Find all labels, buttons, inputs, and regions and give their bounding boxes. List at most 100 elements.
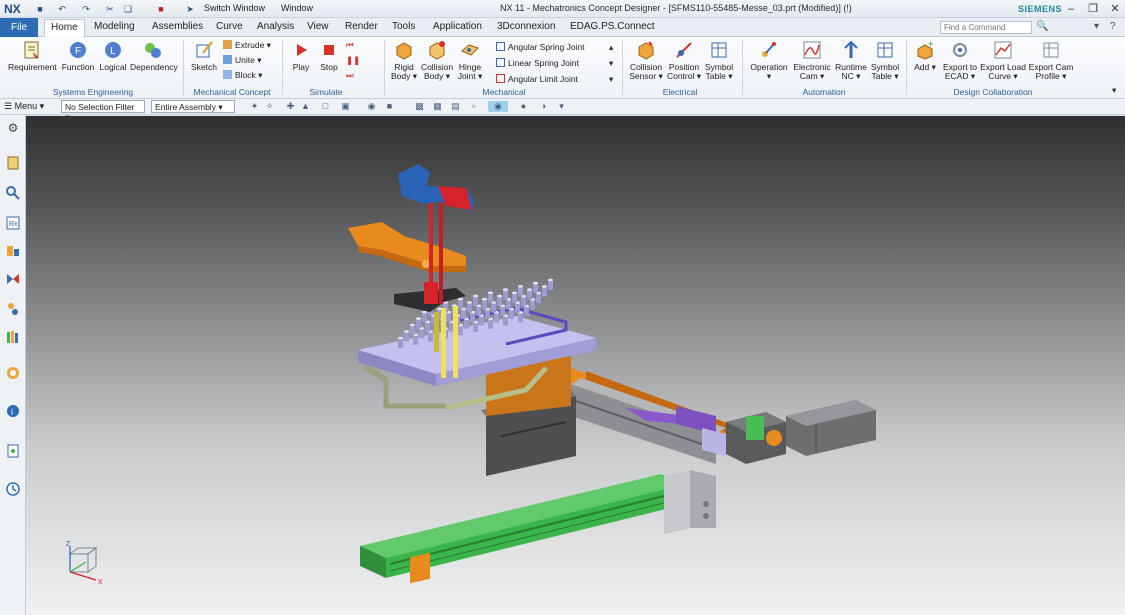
copy-icon[interactable]: ❏	[122, 3, 134, 15]
cut-icon[interactable]: ✂	[104, 3, 116, 15]
save-icon[interactable]: ■	[34, 3, 46, 15]
dependency-button[interactable]: Dependency	[130, 39, 178, 72]
select-all-icon[interactable]: ✦	[249, 101, 260, 112]
rigid-body-button[interactable]: Rigid Body ▾	[390, 39, 418, 81]
angular-spring-joint-button[interactable]: Angular Spring Joint	[496, 42, 585, 52]
redo-icon[interactable]: ↷	[80, 3, 92, 15]
selection-scope-dropdown[interactable]: Entire Assembly ▾	[151, 100, 235, 113]
physics-navigator-icon[interactable]	[5, 155, 21, 171]
runtime-inspector-icon[interactable]	[5, 301, 21, 317]
help-icon[interactable]: ?	[1110, 21, 1116, 32]
visibility-icon[interactable]: ◑	[538, 101, 549, 112]
rotate-icon[interactable]: ▫	[468, 101, 479, 112]
tab-assemblies[interactable]: Assemblies	[152, 21, 203, 32]
orange-swing-arm[interactable]	[348, 222, 466, 272]
undo-icon[interactable]: ↶	[56, 3, 68, 15]
select-box-icon[interactable]: □	[320, 101, 331, 112]
more-tools-icon[interactable]: ▾	[556, 101, 567, 112]
orient-view-icon[interactable]: ▩	[414, 101, 425, 112]
stop-button[interactable]: Stop	[316, 39, 342, 72]
function-button[interactable]: F Function	[60, 39, 96, 72]
blue-gripper-head[interactable]	[398, 164, 474, 212]
orient-triad-icon[interactable]: Z X	[56, 540, 106, 590]
selection-mode-icon[interactable]: ▣	[340, 101, 351, 112]
system-navigator-icon[interactable]	[5, 185, 21, 201]
tab-application[interactable]: Application	[433, 21, 482, 32]
gray-mounting-plate[interactable]	[664, 470, 716, 534]
tab-modeling[interactable]: Modeling	[94, 21, 135, 32]
tab-analysis[interactable]: Analysis	[257, 21, 294, 32]
repeat-command-icon[interactable]: ➤	[184, 3, 196, 15]
runtime-nc-button[interactable]: Runtime NC ▾	[834, 39, 868, 81]
assembly-navigator-icon[interactable]: Rx	[5, 215, 21, 231]
play-button[interactable]: Play	[288, 39, 314, 72]
sketch-button[interactable]: Sketch	[190, 39, 218, 72]
search-icon[interactable]: 🔍	[1036, 21, 1048, 32]
tab-3dconnexion[interactable]: 3Dconnexion	[497, 21, 555, 32]
teamcenter-icon[interactable]: i	[5, 403, 21, 419]
tab-file[interactable]: File	[0, 18, 38, 37]
gallery-more-icon[interactable]: ▾	[609, 74, 613, 85]
servo-motor[interactable]	[726, 400, 876, 464]
shaded-view-icon[interactable]: ◉	[488, 101, 508, 112]
linear-spring-joint-button[interactable]: Linear Spring Joint	[496, 58, 579, 68]
constraint-navigator-icon[interactable]	[5, 243, 21, 259]
tab-home[interactable]: Home	[44, 19, 85, 37]
zoom-icon[interactable]: ▦	[432, 101, 443, 112]
automation-symbol-table-button[interactable]: Symbol Table ▾	[870, 39, 900, 81]
tab-tools[interactable]: Tools	[392, 21, 415, 32]
minimize-button[interactable]: –	[1064, 2, 1078, 16]
tab-curve[interactable]: Curve	[216, 21, 243, 32]
sequence-editor-icon[interactable]	[5, 271, 21, 287]
gallery-up-icon[interactable]: ▴	[609, 42, 613, 53]
document-icon[interactable]	[5, 443, 21, 459]
reuse-library-icon[interactable]	[5, 329, 21, 345]
pan-icon[interactable]: ▤	[450, 101, 461, 112]
rewind-icon[interactable]: ⏮	[346, 40, 354, 51]
stop-record-icon[interactable]: ■	[155, 3, 167, 15]
ribbon-expand-icon[interactable]: ▾	[1112, 85, 1116, 96]
electronic-cam-button[interactable]: Electronic Cam ▾	[792, 39, 832, 81]
block-button[interactable]: Block ▾	[223, 70, 262, 81]
unite-button[interactable]: Unite ▾	[223, 55, 261, 66]
sphere-icon[interactable]: ●	[518, 101, 529, 112]
restore-button[interactable]: ❐	[1086, 2, 1100, 16]
web-browser-icon[interactable]	[5, 365, 21, 381]
position-control-button[interactable]: Position Control ▾	[666, 39, 702, 81]
graphics-window[interactable]: Z X	[26, 116, 1125, 615]
tab-edag-ps-connect[interactable]: EDAG.PS.Connect	[570, 21, 654, 32]
gallery-down-icon[interactable]: ▾	[609, 58, 613, 69]
step-icon[interactable]: ⏭	[346, 70, 354, 81]
pause-icon[interactable]: ❚❚	[346, 55, 360, 66]
switch-window-button[interactable]: Switch Window	[204, 3, 265, 13]
operation-button[interactable]: Operation ▾	[748, 39, 790, 81]
green-linear-rail[interactable]	[360, 474, 686, 584]
hinge-joint-button[interactable]: Hinge Joint ▾	[456, 39, 484, 81]
tab-view[interactable]: View	[307, 21, 329, 32]
find-command-input[interactable]	[940, 21, 1032, 34]
mechatronics-3d-model[interactable]	[26, 116, 1125, 615]
export-load-curve-button[interactable]: Export Load Curve ▾	[980, 39, 1026, 81]
window-menu[interactable]: Window	[281, 3, 313, 13]
collision-body-button[interactable]: Collision Body ▾	[420, 39, 454, 81]
logical-button[interactable]: L Logical	[98, 39, 128, 72]
ribbon-options-icon[interactable]: ▾	[1094, 21, 1099, 32]
add-button[interactable]: + Add ▾	[910, 39, 940, 72]
angular-limit-joint-button[interactable]: Angular Limit Joint	[496, 74, 578, 84]
snap-icon[interactable]: ✚	[285, 101, 296, 112]
filter-icon[interactable]: ▲	[300, 101, 311, 112]
symbol-table-button[interactable]: Symbol Table ▾	[704, 39, 734, 81]
render-style-icon[interactable]: ■	[384, 101, 395, 112]
extrude-button[interactable]: Extrude ▾	[223, 40, 271, 51]
requirement-button[interactable]: Requirement	[8, 39, 57, 72]
tab-render[interactable]: Render	[345, 21, 378, 32]
collision-sensor-button[interactable]: Collision Sensor ▾	[628, 39, 664, 81]
gear-icon[interactable]: ⚙	[5, 121, 21, 137]
export-to-ecad-button[interactable]: Export to ECAD ▾	[942, 39, 978, 81]
close-button[interactable]: ✕	[1108, 2, 1122, 16]
export-cam-profile-button[interactable]: Export Cam Profile ▾	[1028, 39, 1074, 81]
menu-button[interactable]: ☰ Menu ▾	[4, 101, 44, 112]
selection-filter-dropdown[interactable]: No Selection Filter ▾	[61, 100, 145, 122]
view-fit-icon[interactable]: ◉	[366, 101, 377, 112]
deselect-icon[interactable]: ✧	[264, 101, 275, 112]
